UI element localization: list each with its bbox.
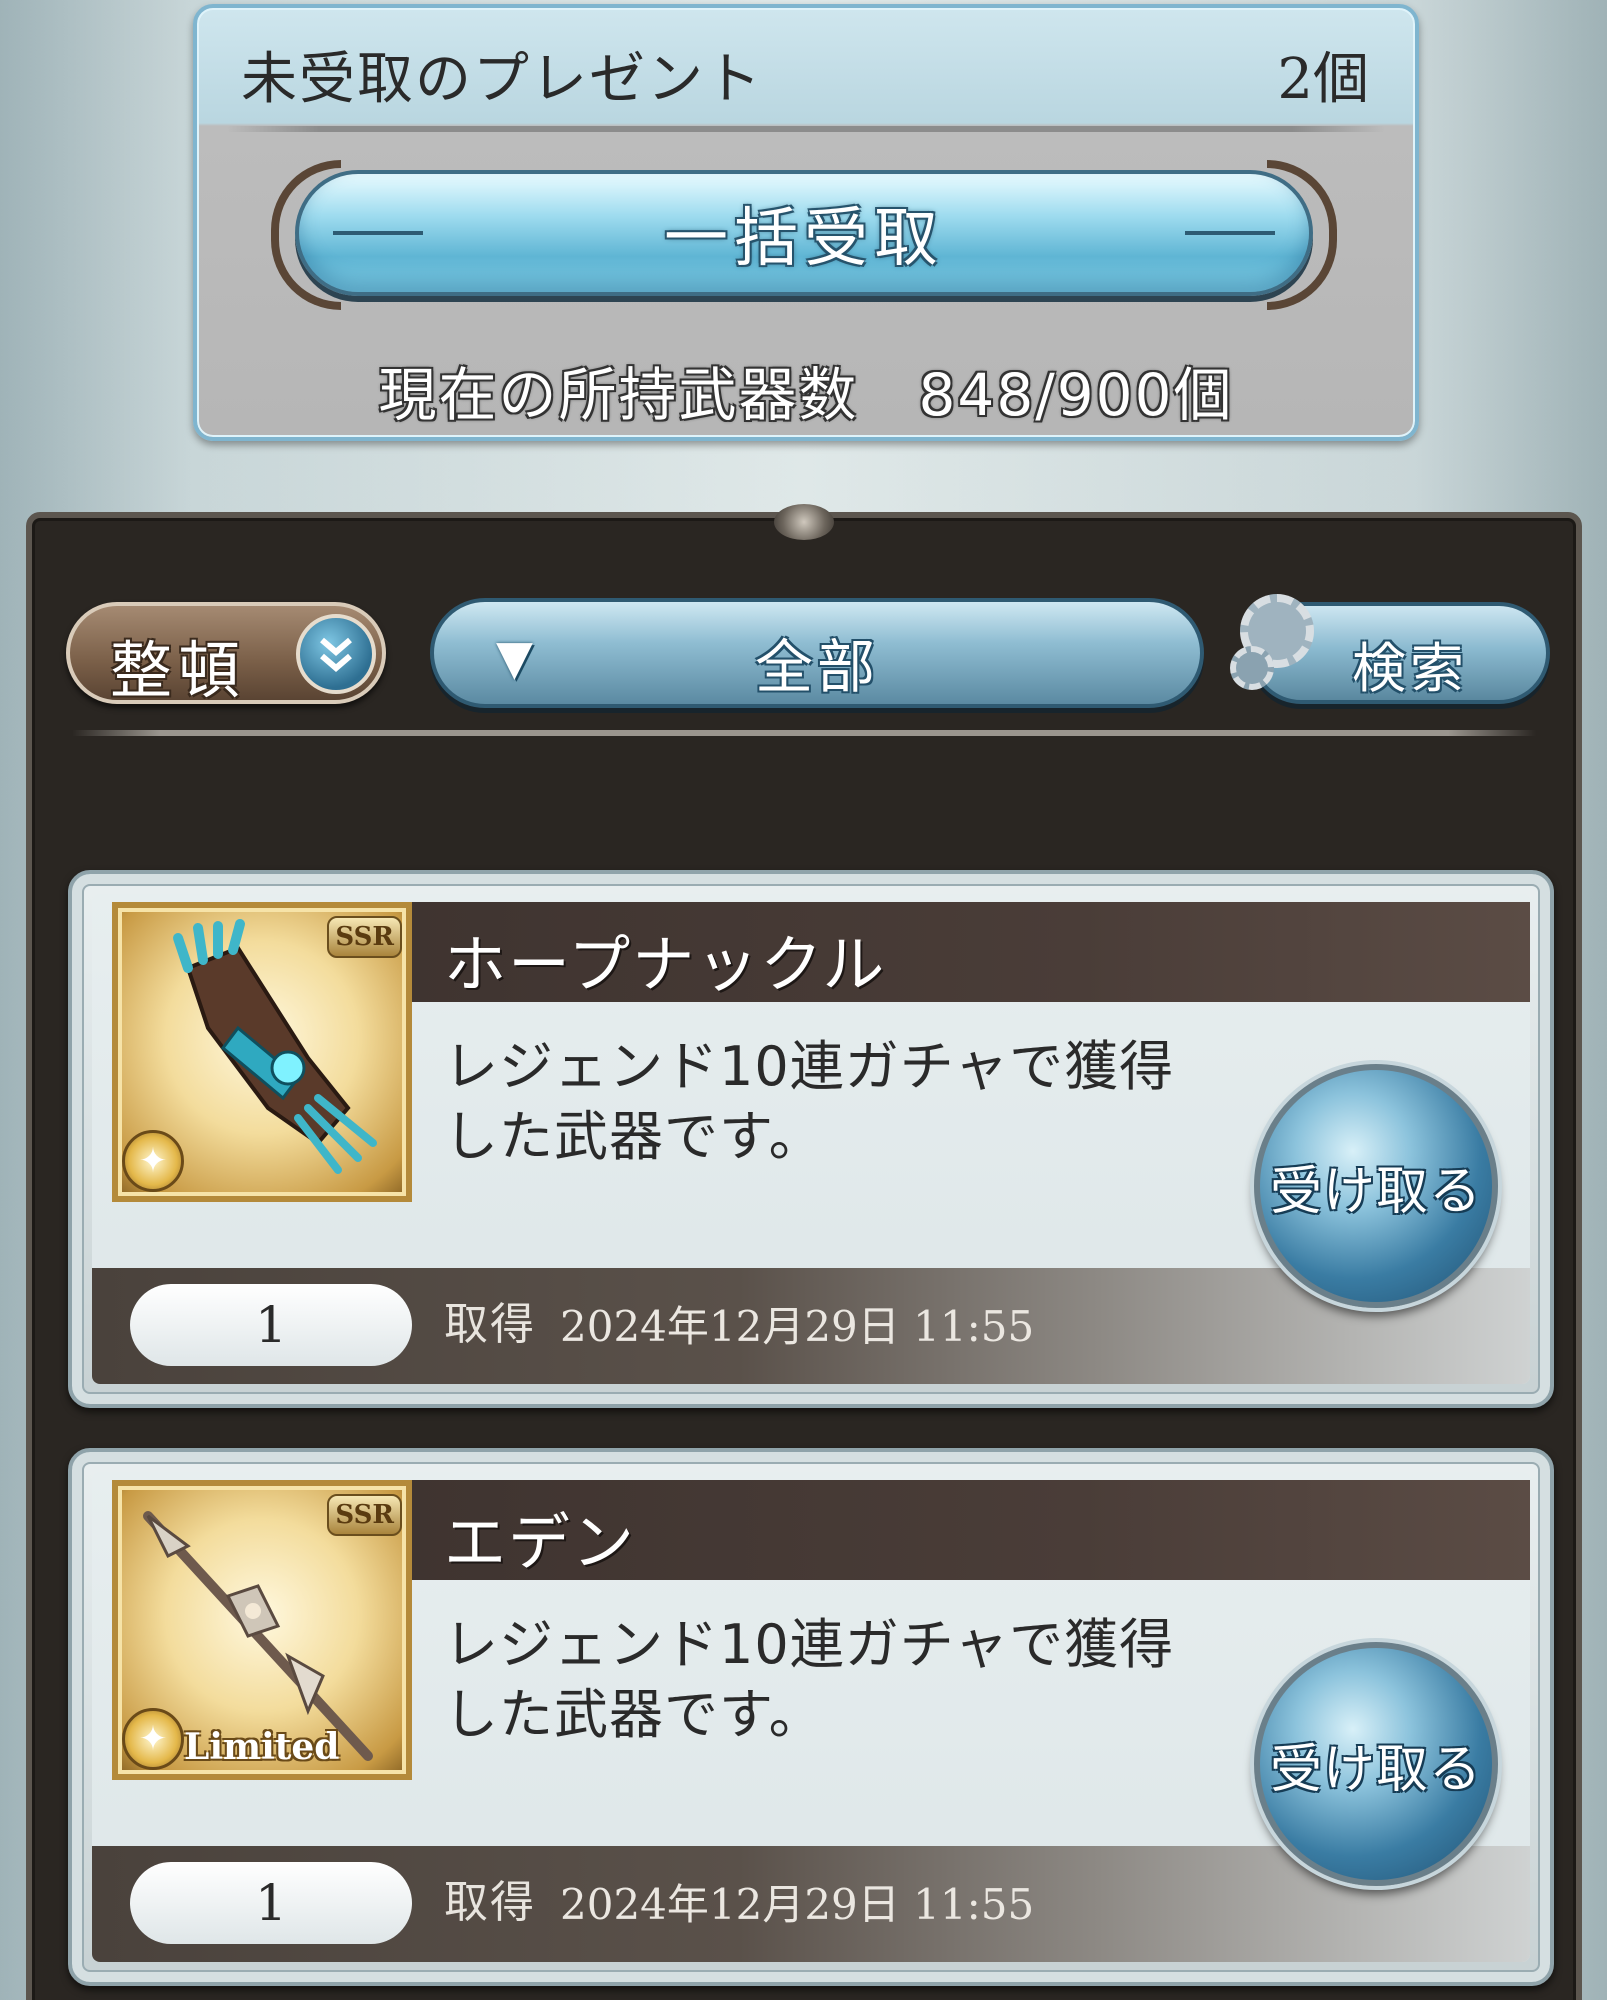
search-button[interactable]: 検索	[1230, 594, 1550, 704]
small-gear-icon	[1230, 646, 1274, 690]
sort-button[interactable]: 整頓	[66, 602, 386, 707]
weapon-count-text: 現在の所持武器数 848/900個	[378, 361, 1234, 429]
present-card-body: SSR ✦ ホープナックル レジェンド10連ガチャで獲得した武器です。 1 取得…	[92, 894, 1530, 1384]
double-chevron-down-icon[interactable]	[296, 614, 376, 694]
item-quantity: 1	[130, 1862, 412, 1944]
ornament-line-right	[1185, 231, 1275, 235]
item-name: エデン	[444, 1506, 637, 1579]
item-name: ホープナックル	[444, 928, 887, 1001]
present-card: SSR ✦ Limited エデン レジェンド10連ガチャで獲得した武器です。 …	[68, 1448, 1554, 1986]
receive-button[interactable]: 受け取る	[1254, 1642, 1498, 1886]
search-label: 検索	[1352, 637, 1468, 700]
acquired-date: 2024年12月29日 11:55	[560, 1880, 1035, 1929]
divider	[227, 126, 1385, 132]
present-card-body: SSR ✦ Limited エデン レジェンド10連ガチャで獲得した武器です。 …	[92, 1472, 1530, 1962]
item-quantity: 1	[130, 1284, 412, 1366]
weapon-thumbnail: SSR ✦	[112, 902, 412, 1202]
receive-label: 受け取る	[1269, 1161, 1482, 1222]
toolbar-divider	[72, 730, 1536, 736]
acquired-label: 取得	[444, 1877, 536, 1928]
sort-label: 整頓	[110, 634, 247, 707]
present-list-panel: 整頓 ▼ 全部 検索 SSR ✦ ホープナックル レジェンド10連ガチャで獲得し…	[26, 504, 1582, 2000]
ornament-line-left	[333, 231, 423, 235]
item-description: レジェンド10連ガチャで獲得した武器です。	[444, 1613, 1175, 1746]
present-title: 未受取のプレゼント	[241, 47, 763, 112]
panel-crest-ornament	[774, 504, 834, 540]
present-count: 2個	[1277, 47, 1369, 112]
rarity-badge: SSR	[327, 916, 402, 958]
rarity-badge: SSR	[327, 1494, 402, 1536]
filter-selected-value: 全部	[754, 633, 879, 701]
weapon-thumbnail: SSR ✦ Limited	[112, 1480, 412, 1780]
limited-badge: Limited	[184, 1726, 340, 1768]
present-summary-panel: 未受取のプレゼント 2個 一括受取 現在の所持武器数 848/900個	[193, 4, 1419, 441]
receive-label: 受け取る	[1269, 1739, 1482, 1800]
acquired-label: 取得	[444, 1299, 536, 1350]
acquired-date: 2024年12月29日 11:55	[560, 1302, 1035, 1351]
present-card: SSR ✦ ホープナックル レジェンド10連ガチャで獲得した武器です。 1 取得…	[68, 870, 1554, 1408]
item-description: レジェンド10連ガチャで獲得した武器です。	[444, 1035, 1175, 1168]
bulk-receive-wrapper: 一括受取	[271, 160, 1337, 310]
light-element-icon: ✦	[122, 1130, 184, 1192]
bulk-receive-label: 一括受取	[664, 202, 944, 276]
filter-dropdown[interactable]: ▼ 全部	[430, 598, 1204, 708]
receive-button[interactable]: 受け取る	[1254, 1064, 1498, 1308]
bulk-receive-button[interactable]: 一括受取	[295, 170, 1313, 296]
light-element-icon: ✦	[122, 1708, 184, 1770]
